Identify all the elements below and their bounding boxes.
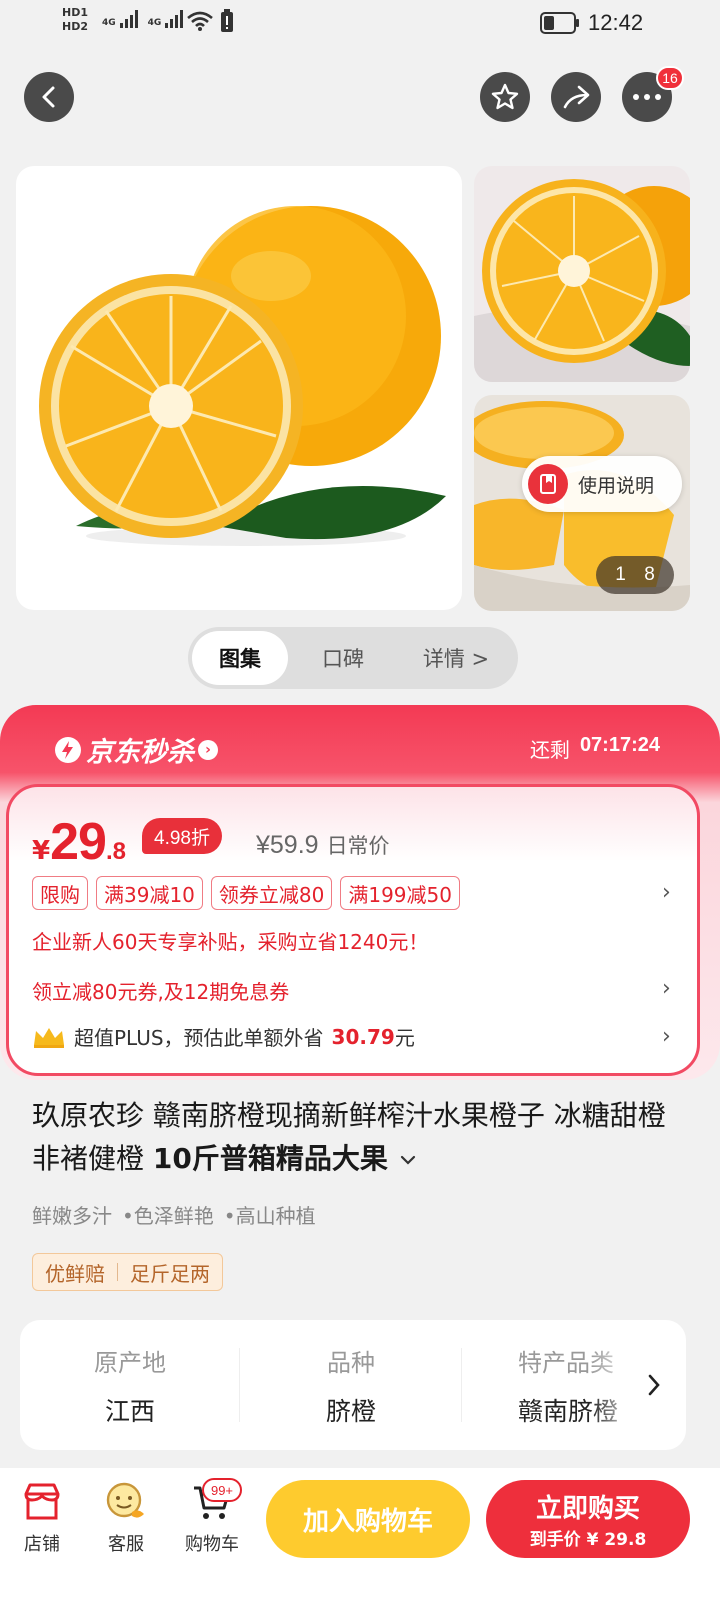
original-price-value: ¥59.9 [256, 831, 319, 859]
notification-badge: 16 [656, 66, 684, 90]
plus-savings-text: 超值PLUS，预估此单额外省 [74, 1026, 324, 1050]
attribute-value: 脐橙 [325, 1396, 376, 1426]
more-button[interactable]: 16 [622, 66, 684, 122]
coupon-offer-link[interactable]: 领立减80元券,及12期免息券 [32, 976, 289, 1005]
flash-sale-link[interactable]: 京东秒杀 › [54, 730, 218, 769]
plus-savings-amount: 30.79 [331, 1024, 395, 1049]
wifi-icon [187, 11, 213, 31]
content-tabs: 图集 口碑 详情 > [188, 627, 518, 689]
flash-sale-title: 京东秒杀 [86, 737, 194, 768]
promo-tag: 领券立减80 [210, 876, 333, 910]
buy-now-button[interactable]: 立即购买 到手价 ¥ 29.8 [486, 1480, 690, 1558]
plus-savings[interactable]: 超值PLUS，预估此单额外省 30.79 元 [32, 1022, 415, 1051]
service-tag: 优鲜赔 [45, 1261, 105, 1286]
feature-item: 鲜嫩多汁 [32, 1204, 112, 1228]
share-icon [563, 85, 590, 109]
price-decimal: .8 [105, 838, 126, 865]
feature-item: •高山种植 [223, 1204, 316, 1228]
service-guarantees[interactable]: 优鲜赔 足斤足两 [32, 1253, 223, 1291]
product-attributes[interactable]: 原产地 江西 品种 脐橙 特产品类 赣南脐橙 [20, 1320, 686, 1450]
crown-icon [34, 1027, 64, 1048]
promo-tag: 满39减10 [96, 876, 203, 910]
promo-tag: 限购 [32, 876, 88, 910]
chevron-right-icon[interactable]: › [662, 880, 671, 905]
chevron-left-icon [42, 86, 55, 108]
price-integer: 29 [50, 813, 107, 871]
battery-icon [540, 12, 579, 34]
image-counter-total: 8 [644, 564, 655, 585]
chevron-right-icon[interactable] [646, 1373, 662, 1397]
cart-count-badge: 99+ [202, 1478, 242, 1502]
original-price-label: 日常价 [326, 834, 390, 858]
image-counter-current: 1 [615, 564, 626, 585]
currency-symbol: ¥ [32, 836, 51, 866]
service-tag: 足斤足两 [130, 1261, 210, 1286]
store-button[interactable]: 店铺 [2, 1480, 82, 1556]
store-label: 店铺 [24, 1534, 60, 1555]
share-button[interactable] [551, 72, 601, 122]
cart-label: 购物车 [185, 1534, 239, 1555]
signal-icon: 4G 4G [102, 10, 184, 28]
add-to-cart-button[interactable]: 加入购物车 [266, 1480, 470, 1558]
countdown-label: 还剩 [529, 738, 570, 762]
attribute-key: 原产地 [94, 1348, 166, 1377]
chevron-right-icon[interactable]: › [662, 976, 671, 1001]
promotion-tags[interactable]: 限购 满39减10 领券立减80 满199减50 [32, 876, 460, 910]
more-dots-icon [633, 94, 661, 100]
chevron-down-icon [400, 1155, 415, 1165]
original-price: ¥59.9 日常价 [256, 830, 390, 860]
status-bar: HD1 HD2 4G 4G 12:42 [0, 0, 720, 50]
main-product-image[interactable] [16, 166, 462, 610]
battery-alert-icon [221, 9, 233, 32]
plus-savings-unit: 元 [394, 1026, 415, 1050]
store-icon [24, 1483, 60, 1520]
tab-details[interactable]: 详情 > [398, 631, 514, 685]
attribute-variety: 品种 脐橙 [241, 1320, 461, 1450]
image-counter: 1 8 [596, 556, 674, 594]
buy-now-label: 立即购买 [535, 1494, 640, 1524]
feature-item: •色泽鲜艳 [122, 1204, 214, 1228]
product-features: 鲜嫩多汁 •色泽鲜艳 •高山种植 [32, 1200, 316, 1229]
clock: 12:42 [588, 10, 644, 35]
tab-gallery[interactable]: 图集 [192, 631, 288, 685]
lightning-icon [55, 736, 81, 763]
usage-guide-label: 使用说明 [578, 474, 655, 497]
customer-service-label: 客服 [108, 1534, 144, 1555]
attribute-origin: 原产地 江西 [20, 1320, 240, 1450]
product-title-spec: 10斤普箱精品大果 [152, 1142, 388, 1175]
flash-sale-countdown: 还剩 07:17:24 [530, 734, 660, 763]
gallery-thumbnail[interactable] [474, 166, 690, 382]
customer-service-button[interactable]: 客服 [86, 1480, 166, 1556]
customer-service-icon [106, 1482, 144, 1518]
attribute-value: 江西 [104, 1396, 155, 1426]
discount-badge: 4.98折 [142, 818, 222, 854]
final-price-label: 到手价 ¥ 29.8 [529, 1530, 647, 1550]
star-icon [491, 83, 519, 110]
countdown-time: 07:17:24 [579, 734, 660, 756]
chevron-right-icon: › [198, 739, 218, 760]
attribute-key: 品种 [327, 1348, 375, 1377]
chevron-right-icon[interactable]: › [662, 1024, 671, 1049]
promo-tag: 满199减50 [340, 876, 460, 910]
product-title[interactable]: 玖原农珍 赣南脐橙现摘新鲜榨汁水果橙子 冰糖甜橙非褚健橙 10斤普箱精品大果 [32, 1094, 688, 1180]
favorite-button[interactable] [480, 72, 530, 122]
back-button[interactable] [24, 72, 74, 122]
book-icon [528, 464, 568, 504]
hd-indicator: HD1 HD2 [62, 6, 88, 33]
usage-guide-button[interactable]: 使用说明 [522, 456, 682, 512]
enterprise-subsidy-note: 企业新人60天专享补贴，采购立省1240元！ [32, 930, 429, 954]
tab-reviews[interactable]: 口碑 [288, 631, 398, 685]
current-price: ¥ 29 .8 [32, 812, 126, 872]
